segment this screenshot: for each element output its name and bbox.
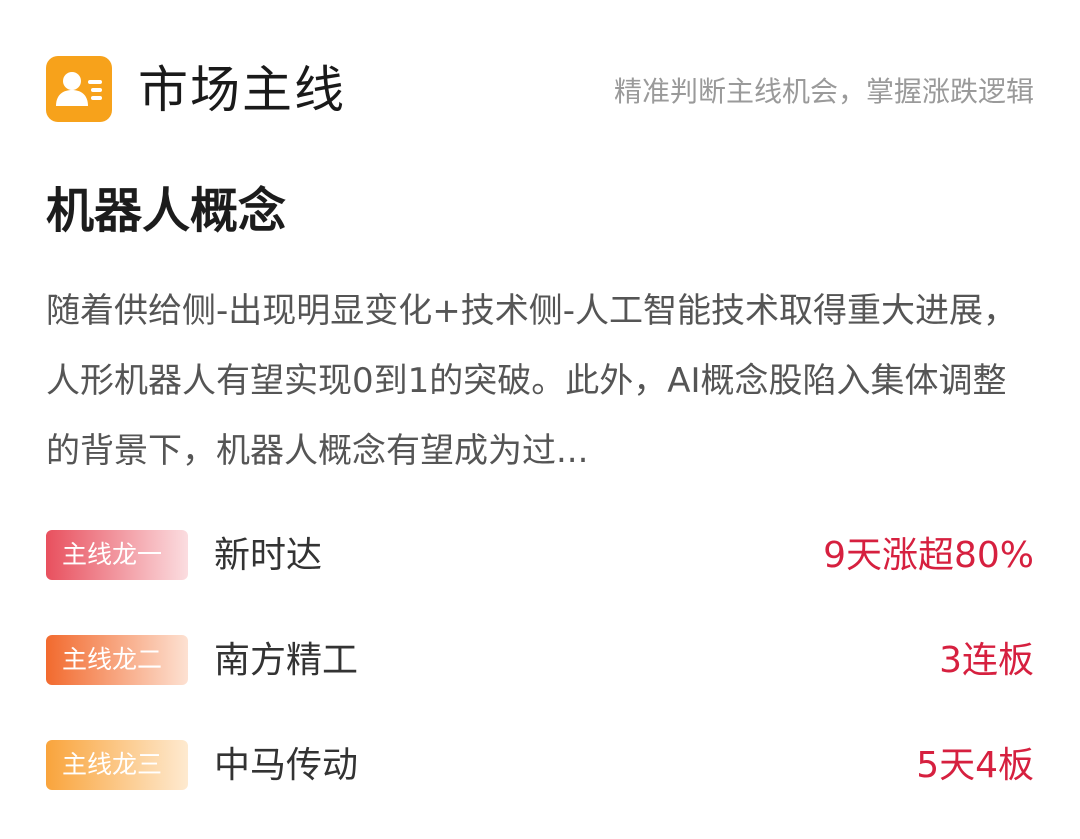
stock-performance: 9天涨超80% (823, 535, 1034, 576)
leader-row[interactable]: 主线龙三 中马传动 5天4板 (46, 736, 1034, 796)
stock-name: 中马传动 (214, 745, 359, 786)
stock-name: 南方精工 (214, 640, 359, 681)
leader-badge: 主线龙二 (46, 635, 188, 685)
topic-description[interactable]: 随着供给侧-出现明显变化+技术侧-人工智能技术取得重大进展，人形机器人有望实现0… (46, 276, 1034, 486)
stock-name: 新时达 (214, 535, 323, 576)
header: 市场主线 精准判断主线机会，掌握涨跌逻辑 (46, 56, 1034, 126)
contact-card-icon (46, 56, 112, 122)
leader-badge: 主线龙三 (46, 740, 188, 790)
header-slogan: 精准判断主线机会，掌握涨跌逻辑 (613, 75, 1034, 108)
leader-row[interactable]: 主线龙二 南方精工 3连板 (46, 631, 1034, 691)
leader-badge: 主线龙一 (46, 530, 188, 580)
stock-performance: 5天4板 (916, 745, 1034, 786)
leader-row[interactable]: 主线龙一 新时达 9天涨超80% (46, 526, 1034, 586)
stock-performance: 3连板 (939, 640, 1034, 681)
page-title: 市场主线 (138, 61, 346, 119)
topic-title[interactable]: 机器人概念 (46, 180, 286, 242)
